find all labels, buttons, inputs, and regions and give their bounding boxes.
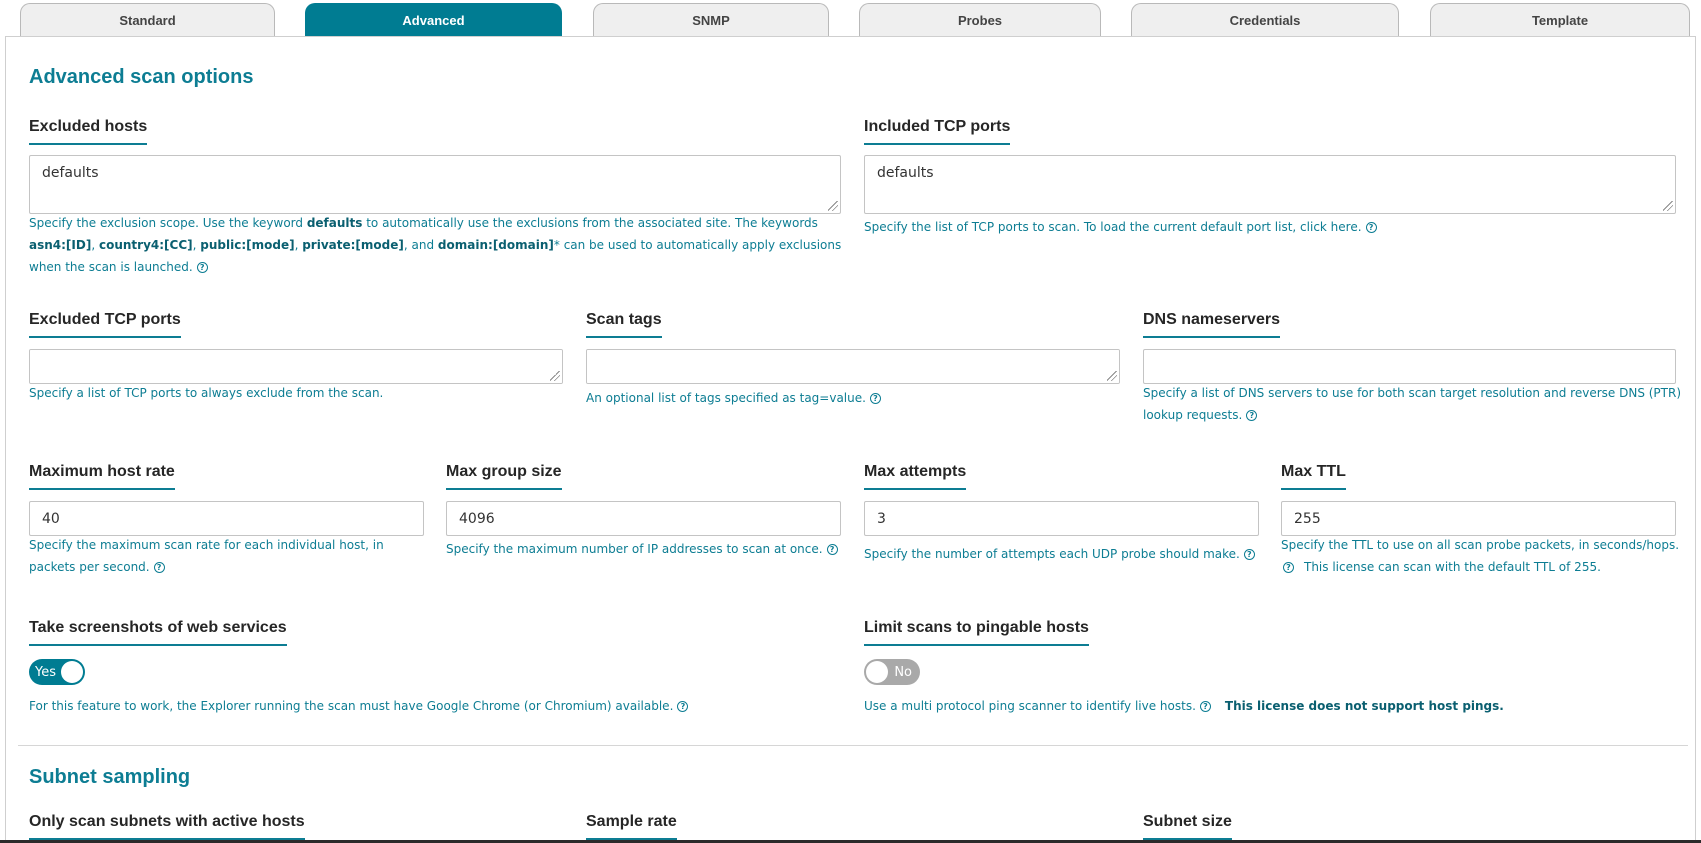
subnet-size-label: Subnet size	[1143, 812, 1232, 840]
section-divider	[18, 745, 1688, 746]
tab-probes[interactable]: Probes	[859, 3, 1101, 37]
ping-license-note: This license does not support host pings…	[1224, 699, 1504, 713]
included-tcp-field[interactable]: defaults	[864, 155, 1676, 214]
excluded-tcp-help: Specify a list of TCP ports to always ex…	[29, 386, 384, 400]
help-text: , and	[403, 238, 438, 252]
keyword-asn4: asn4:[ID]	[29, 238, 92, 252]
scan-tags-help: An optional list of tags specified as ta…	[586, 387, 1126, 409]
dns-nameservers-field[interactable]	[1143, 349, 1676, 384]
help-text: Specify the TTL to use on all scan probe…	[1281, 538, 1680, 552]
pingable-label: Limit scans to pingable hosts	[864, 618, 1089, 646]
max-group-size-label: Max group size	[446, 462, 562, 490]
help-text: Use a multi protocol ping scanner to ide…	[864, 699, 1196, 713]
subnet-section-title: Subnet sampling	[29, 766, 191, 788]
tab-advanced[interactable]: Advanced	[305, 3, 562, 37]
keyword-public: public:[mode]	[200, 238, 295, 252]
screenshots-toggle[interactable]: Yes	[29, 659, 85, 685]
help-circle-icon[interactable]: ?	[1199, 701, 1211, 712]
help-text: Specify the list of TCP ports to scan. T…	[864, 220, 1362, 234]
max-host-rate-field[interactable]	[29, 501, 424, 536]
tab-template[interactable]: Template	[1430, 3, 1690, 37]
max-attempts-help: Specify the number of attempts each UDP …	[864, 543, 1264, 565]
tab-bar: Standard Advanced SNMP Probes Credential…	[0, 0, 1701, 37]
keyword-country4: country4:[CC]	[98, 238, 193, 252]
pingable-help: Use a multi protocol ping scanner to ide…	[864, 695, 1684, 717]
help-text: Specify the number of attempts each UDP …	[864, 547, 1240, 561]
active-subnets-label: Only scan subnets with active hosts	[29, 812, 305, 840]
max-attempts-label: Max attempts	[864, 462, 967, 490]
tab-standard[interactable]: Standard	[20, 3, 275, 37]
scan-tags-field[interactable]	[586, 349, 1120, 384]
toggle-label: No	[894, 664, 912, 680]
scan-tags-label: Scan tags	[586, 310, 662, 338]
included-tcp-help: Specify the list of TCP ports to scan. T…	[864, 216, 1679, 238]
toggle-knob	[61, 661, 83, 683]
dns-nameservers-label: DNS nameservers	[1143, 310, 1280, 338]
pingable-toggle[interactable]: No	[864, 659, 920, 685]
tab-credentials[interactable]: Credentials	[1131, 3, 1399, 37]
help-text: Specify the maximum number of IP address…	[446, 542, 823, 556]
max-host-rate-help: Specify the maximum scan rate for each i…	[29, 534, 429, 578]
keyword-private: private:[mode]	[302, 238, 404, 252]
keyword-defaults: defaults	[306, 216, 363, 230]
help-circle-icon[interactable]: ?	[1365, 222, 1377, 233]
help-circle-icon[interactable]: ?	[153, 562, 165, 573]
excluded-tcp-field[interactable]	[29, 349, 563, 384]
help-text: Specify the exclusion scope. Use the key…	[29, 216, 307, 230]
max-ttl-field[interactable]	[1281, 501, 1676, 536]
dns-nameservers-help: Specify a list of DNS servers to use for…	[1143, 382, 1688, 426]
help-circle-icon[interactable]: ?	[826, 544, 838, 555]
max-group-size-help: Specify the maximum number of IP address…	[446, 538, 846, 560]
help-circle-icon[interactable]: ?	[1283, 562, 1294, 573]
help-text: to automatically use the exclusions from…	[362, 216, 818, 230]
help-circle-icon[interactable]: ?	[1246, 410, 1258, 421]
toggle-label: Yes	[35, 664, 56, 680]
screenshots-label: Take screenshots of web services	[29, 618, 287, 646]
toggle-knob	[866, 661, 888, 683]
screenshots-help: For this feature to work, the Explorer r…	[29, 695, 829, 717]
ttl-license-note: This license can scan with the default T…	[1304, 560, 1601, 574]
help-text: ,	[91, 238, 99, 252]
max-host-rate-label: Maximum host rate	[29, 462, 175, 490]
help-text: For this feature to work, the Explorer r…	[29, 699, 674, 713]
max-ttl-label: Max TTL	[1281, 462, 1346, 490]
help-text: Specify the maximum scan rate for each i…	[29, 538, 384, 574]
max-group-size-field[interactable]	[446, 501, 841, 536]
help-text: An optional list of tags specified as ta…	[586, 391, 866, 405]
max-ttl-help: Specify the TTL to use on all scan probe…	[1281, 534, 1696, 578]
help-circle-icon[interactable]: ?	[196, 262, 208, 273]
excluded-hosts-help: Specify the exclusion scope. Use the key…	[29, 212, 844, 278]
help-circle-icon[interactable]: ?	[677, 701, 689, 712]
help-circle-icon[interactable]: ?	[869, 393, 881, 404]
sample-rate-label: Sample rate	[586, 812, 677, 840]
advanced-section-title: Advanced scan options	[29, 66, 254, 88]
excluded-tcp-label: Excluded TCP ports	[29, 310, 181, 338]
excluded-hosts-field[interactable]: defaults	[29, 155, 841, 214]
max-attempts-field[interactable]	[864, 501, 1259, 536]
keyword-domain: domain:[domain]	[437, 238, 554, 252]
tab-snmp[interactable]: SNMP	[593, 3, 829, 37]
included-tcp-label: Included TCP ports	[864, 117, 1011, 145]
help-circle-icon[interactable]: ?	[1243, 549, 1255, 560]
excluded-hosts-label: Excluded hosts	[29, 117, 148, 145]
help-text: Specify a list of DNS servers to use for…	[1143, 386, 1682, 422]
